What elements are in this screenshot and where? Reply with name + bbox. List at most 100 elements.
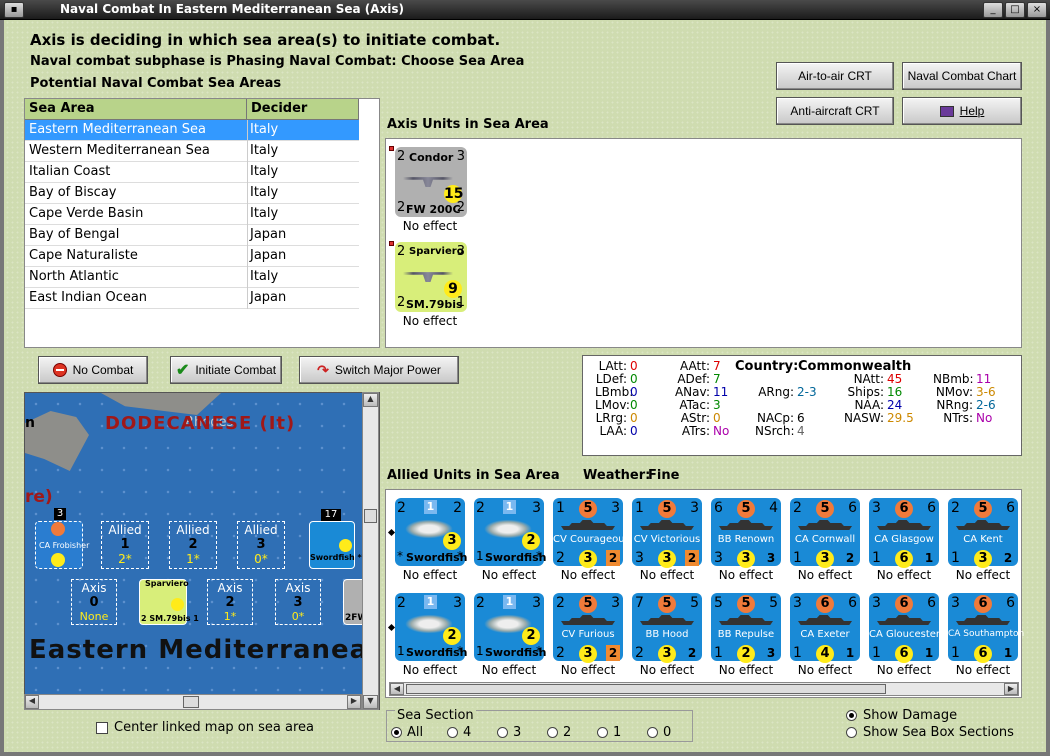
- allied-unit-counter[interactable]: 3 6 6 CA Southampton 1 6 1: [948, 593, 1024, 663]
- sea-section-option[interactable]: All: [391, 725, 423, 740]
- table-row[interactable]: Cape Verde Basin Italy: [25, 204, 359, 225]
- show-boxes-radio[interactable]: [846, 727, 857, 738]
- sea-section-option[interactable]: 1: [597, 725, 621, 740]
- allied-unit-counter[interactable]: 2 1 3 2 1 Swordfish *: [395, 593, 467, 661]
- scroll-left-arrow-icon[interactable]: ◀: [25, 695, 39, 709]
- axis-box[interactable]: Axis 3 0*: [275, 579, 321, 625]
- sea-section-radio[interactable]: [597, 727, 608, 738]
- table-row[interactable]: Cape Naturaliste Japan: [25, 246, 359, 267]
- allied-unit-counter[interactable]: 2 5 6 CA Kent 1 3 2: [948, 498, 1018, 568]
- axis-box-count: 1*: [223, 610, 237, 623]
- maximize-icon[interactable]: □: [1005, 2, 1025, 18]
- sea-area-header[interactable]: Sea Area: [25, 99, 247, 120]
- allied-unit-counter[interactable]: 3 6 6 CA Exeter 1 4 1: [790, 593, 860, 663]
- no-combat-button[interactable]: No Combat: [38, 356, 148, 384]
- scroll-down-arrow-icon[interactable]: ▼: [363, 695, 378, 709]
- map-vertical-scrollbar[interactable]: ▲ ▼: [362, 392, 379, 710]
- allied-unit-counter[interactable]: 2 5 6 CA Cornwall 1 3 2: [790, 498, 860, 568]
- axis-box-count: 0*: [291, 610, 305, 623]
- sea-section-option[interactable]: 2: [547, 725, 571, 740]
- initiate-combat-button[interactable]: ✔ Initiate Combat: [170, 356, 282, 384]
- unit-bottom-left: 1: [793, 645, 802, 661]
- allied-box[interactable]: Allied 3 0*: [237, 521, 285, 569]
- sea-section-radio-label: 0: [663, 725, 672, 740]
- sea-section-option[interactable]: 0: [647, 725, 671, 740]
- scroll-right-arrow-icon[interactable]: ▶: [347, 695, 361, 709]
- allied-unit-counter[interactable]: 1 5 3 CV Courageous 2 3 2: [553, 498, 630, 568]
- sea-section-radio[interactable]: [547, 727, 558, 738]
- naval-combat-chart-button[interactable]: Naval Combat Chart: [902, 62, 1022, 90]
- sea-section-radio[interactable]: [447, 727, 458, 738]
- linked-map[interactable]: Rhodes n DODECANESE (It) re) CA Frobishe…: [24, 392, 380, 710]
- allied-unit-counter[interactable]: 3 6 6 CA Gloucester 1 6 1: [869, 593, 940, 663]
- map-vscroll-thumb[interactable]: [364, 509, 377, 523]
- stat-label-nsrch: NSrch:: [755, 424, 795, 438]
- air-to-air-crt-button[interactable]: Air-to-air CRT: [776, 62, 894, 90]
- switch-major-power-button[interactable]: ↷ Switch Major Power: [299, 356, 459, 384]
- allied-box-number: 2: [188, 537, 198, 552]
- allied-unit-counter[interactable]: 2 1 3 2 1 Swordfish *: [474, 498, 546, 566]
- sea-section-radio[interactable]: [647, 727, 658, 738]
- table-row[interactable]: East Indian Ocean Japan: [25, 288, 359, 309]
- sea-section-option[interactable]: 4: [447, 725, 471, 740]
- system-menu-icon[interactable]: ▪: [4, 2, 24, 18]
- allied-unit-counter[interactable]: 5 5 5 BB Repulse 1 2 3: [711, 593, 781, 663]
- allied-box[interactable]: Allied 1 2*: [101, 521, 149, 569]
- allied-unit-counter[interactable]: 1 5 3 CV Victorious 3 3 2: [632, 498, 702, 568]
- stat-label-atac: ATac:: [679, 398, 710, 412]
- allied-hscroll-thumb[interactable]: [406, 684, 886, 694]
- close-icon[interactable]: ×: [1027, 2, 1047, 18]
- stat-value-nrng: 2-6: [976, 398, 996, 412]
- unit-attack-circle: 5: [579, 595, 597, 613]
- show-damage-radio[interactable]: [846, 710, 857, 721]
- show-damage-option[interactable]: Show Damage: [846, 708, 957, 723]
- show-boxes-option[interactable]: Show Sea Box Sections: [846, 725, 1014, 740]
- unit-blue-square: 1: [503, 595, 516, 609]
- axis-box[interactable]: Axis 2 1*: [207, 579, 253, 625]
- allied-box[interactable]: Allied 2 1*: [169, 521, 217, 569]
- unit-effect: No effect: [955, 663, 1011, 677]
- sea-section-radio[interactable]: [497, 727, 508, 738]
- anti-aircraft-crt-button[interactable]: Anti-aircraft CRT: [776, 97, 894, 125]
- decider-header[interactable]: Decider: [247, 99, 359, 120]
- table-row[interactable]: Bay of Bengal Japan: [25, 225, 359, 246]
- allied-unit-counter[interactable]: 3 6 6 CA Glasgow 1 6 1: [869, 498, 939, 568]
- table-row[interactable]: Bay of Biscay Italy: [25, 183, 359, 204]
- sea-section-option[interactable]: 3: [497, 725, 521, 740]
- unit-effect: No effect: [402, 314, 458, 328]
- allied-unit-counter[interactable]: 7 5 5 BB Hood 2 3 2: [632, 593, 702, 663]
- table-row[interactable]: Western Mediterranean Sea Italy: [25, 141, 359, 162]
- stat-label-nmov: NMov:: [935, 385, 973, 399]
- table-row[interactable]: Eastern Mediterranean Sea Italy: [25, 120, 359, 141]
- axis-unit-counter[interactable]: 2 Condor 3 15 2 FW 200C 2: [389, 146, 467, 217]
- center-map-option[interactable]: Center linked map on sea area: [96, 720, 314, 735]
- allied-scroll-right-icon[interactable]: ▶: [1004, 683, 1018, 695]
- sea-section-radio[interactable]: [391, 727, 402, 738]
- table-row[interactable]: Italian Coast Italy: [25, 162, 359, 183]
- sea-area-map-label: Eastern Mediterranean: [29, 635, 380, 665]
- allied-unit-counter[interactable]: 2 1 3 2 1 Swordfish *: [474, 593, 546, 661]
- minimize-icon[interactable]: _: [983, 2, 1003, 18]
- allied-scroll-left-icon[interactable]: ◀: [390, 683, 404, 695]
- map-hscroll-thumb[interactable]: [183, 696, 199, 708]
- map-horizontal-scrollbar[interactable]: ◀ ▶: [24, 694, 362, 710]
- stat-label-laa: LAA:: [599, 424, 627, 438]
- allied-unit-counter[interactable]: 2 5 3 CV Furious 2 3 2: [553, 593, 623, 663]
- axis-box[interactable]: Axis 0 None: [71, 579, 117, 625]
- unit-attack-circle: 5: [658, 595, 676, 613]
- help-button[interactable]: Help: [902, 97, 1022, 125]
- allied-unit-counter[interactable]: 6 5 4 BB Renown 3 3 3: [711, 498, 781, 568]
- axis-unit-counter[interactable]: 2 Sparviero 3 9 2 SM.79bis 1: [389, 241, 467, 312]
- stat-label-ldef: LDef:: [595, 372, 627, 386]
- stat-label-astr: AStr:: [680, 411, 710, 425]
- center-map-checkbox[interactable]: [96, 721, 108, 734]
- table-row[interactable]: North Atlantic Italy: [25, 267, 359, 288]
- allied-hscrollbar[interactable]: ◀ ▶: [389, 682, 1019, 696]
- column-divider: [247, 288, 248, 309]
- center-map-label: Center linked map on sea area: [114, 720, 314, 735]
- unit-bottom-left: 2: [556, 645, 565, 661]
- allied-unit-counter[interactable]: 2 1 2 3 * Swordfish *: [395, 498, 467, 566]
- scroll-up-arrow-icon[interactable]: ▲: [363, 393, 378, 407]
- unit-top-left: 2: [476, 595, 485, 611]
- unit-bottom-left: 1: [951, 645, 960, 661]
